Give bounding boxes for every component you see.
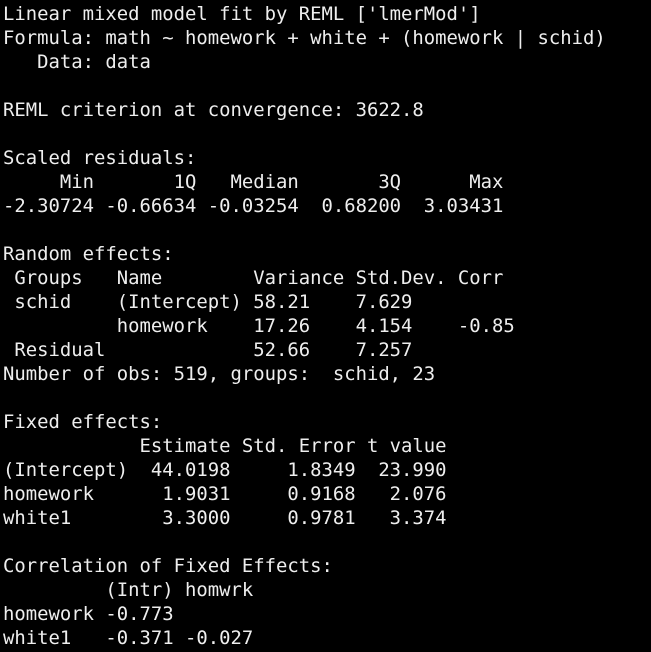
scaled-residuals-heading: Scaled residuals: <box>3 147 197 169</box>
random-effects-row-schid-intercept: schid (Intercept) 58.21 7.629 <box>3 291 413 313</box>
reml-criterion-line: REML criterion at convergence: 3622.8 <box>3 99 424 121</box>
correlation-header-row: (Intr) homwrk <box>3 579 254 601</box>
random-effects-row-residual: Residual 52.66 7.257 <box>3 339 413 361</box>
random-effects-heading: Random effects: <box>3 243 174 265</box>
r-console-output: Linear mixed model fit by REML ['lmerMod… <box>3 2 651 652</box>
random-effects-row-homework: homework 17.26 4.154 -0.85 <box>3 315 515 337</box>
formula-line: Formula: math ~ homework + white + (home… <box>3 27 606 49</box>
residuals-header-row: Min 1Q Median 3Q Max <box>3 171 504 193</box>
random-effects-header-row: Groups Name Variance Std.Dev. Corr <box>3 267 504 289</box>
fixed-effects-row-white1: white1 3.3000 0.9781 3.374 <box>3 507 447 529</box>
fixed-effects-heading: Fixed effects: <box>3 411 163 433</box>
fixed-effects-row-homework: homework 1.9031 0.9168 2.076 <box>3 483 447 505</box>
fixed-effects-header-row: Estimate Std. Error t value <box>3 435 447 457</box>
residuals-values-row: -2.30724 -0.66634 -0.03254 0.68200 3.034… <box>3 195 504 217</box>
correlation-row-white1: white1 -0.371 -0.027 <box>3 627 254 649</box>
model-title-line: Linear mixed model fit by REML ['lmerMod… <box>3 3 481 25</box>
number-of-obs-line: Number of obs: 519, groups: schid, 23 <box>3 363 436 385</box>
fixed-effects-row-intercept: (Intercept) 44.0198 1.8349 23.990 <box>3 459 447 481</box>
correlation-heading: Correlation of Fixed Effects: <box>3 555 333 577</box>
correlation-row-homework: homework -0.773 <box>3 603 174 625</box>
data-line: Data: data <box>3 51 151 73</box>
